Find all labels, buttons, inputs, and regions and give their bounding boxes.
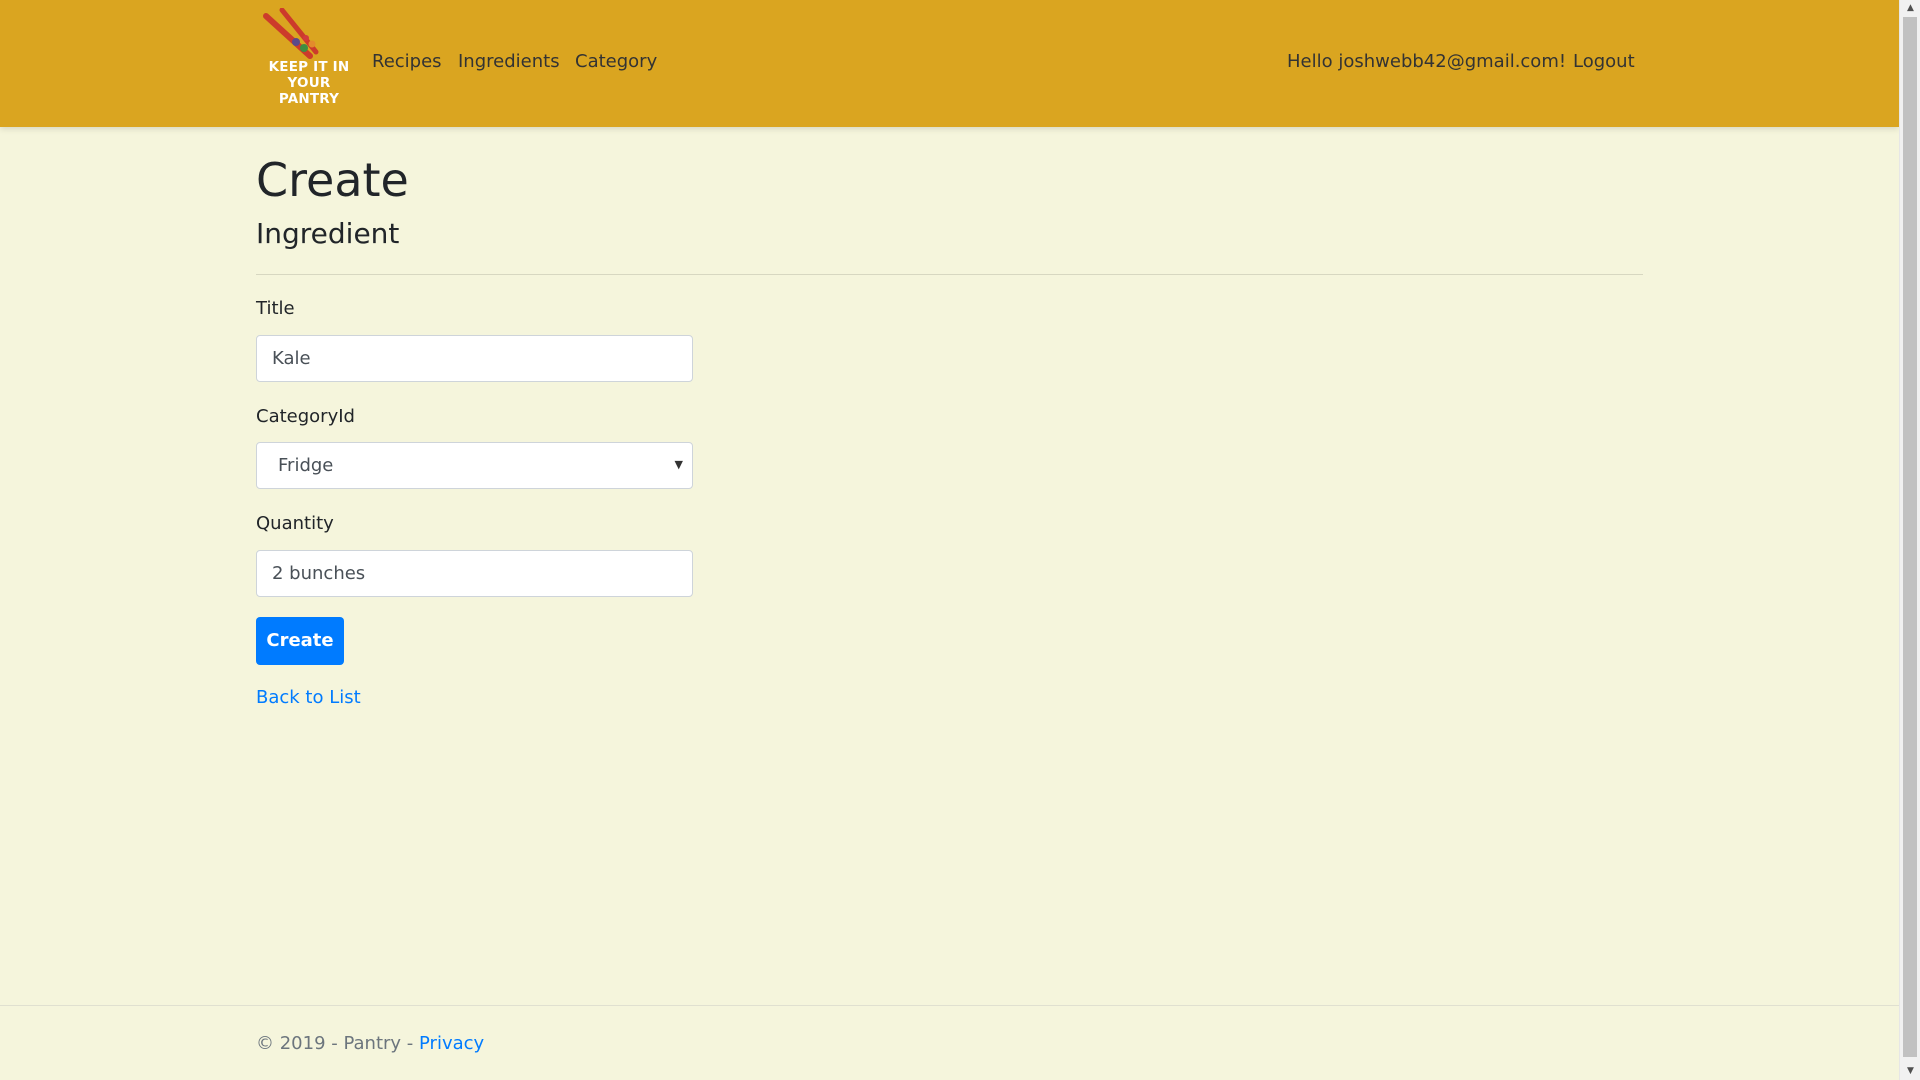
- page-subtitle: Ingredient: [256, 217, 400, 250]
- nav-category[interactable]: Category: [575, 51, 657, 73]
- back-to-list-link[interactable]: Back to List: [256, 687, 361, 709]
- category-label: CategoryId: [256, 406, 355, 427]
- brand-line-2: YOUR PANTRY: [278, 75, 340, 107]
- scroll-up-arrow-icon[interactable]: ▲: [1900, 0, 1920, 17]
- viewport: KEEP IT IN YOUR PANTRY Recipes Ingredien…: [0, 0, 1899, 1080]
- scrollbar-thumb[interactable]: [1903, 17, 1917, 1057]
- page-title: Create: [256, 153, 409, 207]
- caret-down-icon: ▼: [674, 458, 683, 471]
- user-greeting-link[interactable]: Hello joshwebb42@gmail.com!: [1287, 51, 1566, 73]
- vertical-scrollbar[interactable]: ▲ ▼: [1899, 0, 1920, 1080]
- category-select[interactable]: Fridge ▼: [256, 442, 693, 489]
- divider: [256, 274, 1643, 275]
- footer: © 2019 - Pantry - Privacy: [0, 1005, 1899, 1080]
- privacy-link[interactable]: Privacy: [419, 1033, 484, 1054]
- footer-text: © 2019 - Pantry - Privacy: [256, 1033, 484, 1055]
- copyright-text: © 2019 - Pantry -: [256, 1033, 420, 1054]
- chopsticks-logo-icon: [263, 8, 319, 59]
- page: KEEP IT IN YOUR PANTRY Recipes Ingredien…: [0, 0, 1920, 1080]
- quantity-input[interactable]: [256, 550, 693, 597]
- brand-line-1: KEEP IT IN: [268, 59, 350, 75]
- navbar: KEEP IT IN YOUR PANTRY Recipes Ingredien…: [0, 0, 1899, 127]
- quantity-label: Quantity: [256, 513, 334, 534]
- logout-button[interactable]: Logout: [1573, 51, 1635, 73]
- nav-ingredients[interactable]: Ingredients: [458, 51, 560, 73]
- title-input[interactable]: [256, 335, 693, 382]
- title-label: Title: [256, 298, 295, 319]
- create-button[interactable]: Create: [256, 617, 344, 665]
- scroll-down-arrow-icon[interactable]: ▼: [1900, 1063, 1920, 1080]
- nav-recipes[interactable]: Recipes: [372, 51, 442, 73]
- brand-text: KEEP IT IN YOUR PANTRY: [256, 59, 362, 107]
- brand-logo[interactable]: KEEP IT IN YOUR PANTRY: [256, 8, 362, 107]
- category-selected-value: Fridge: [278, 455, 334, 476]
